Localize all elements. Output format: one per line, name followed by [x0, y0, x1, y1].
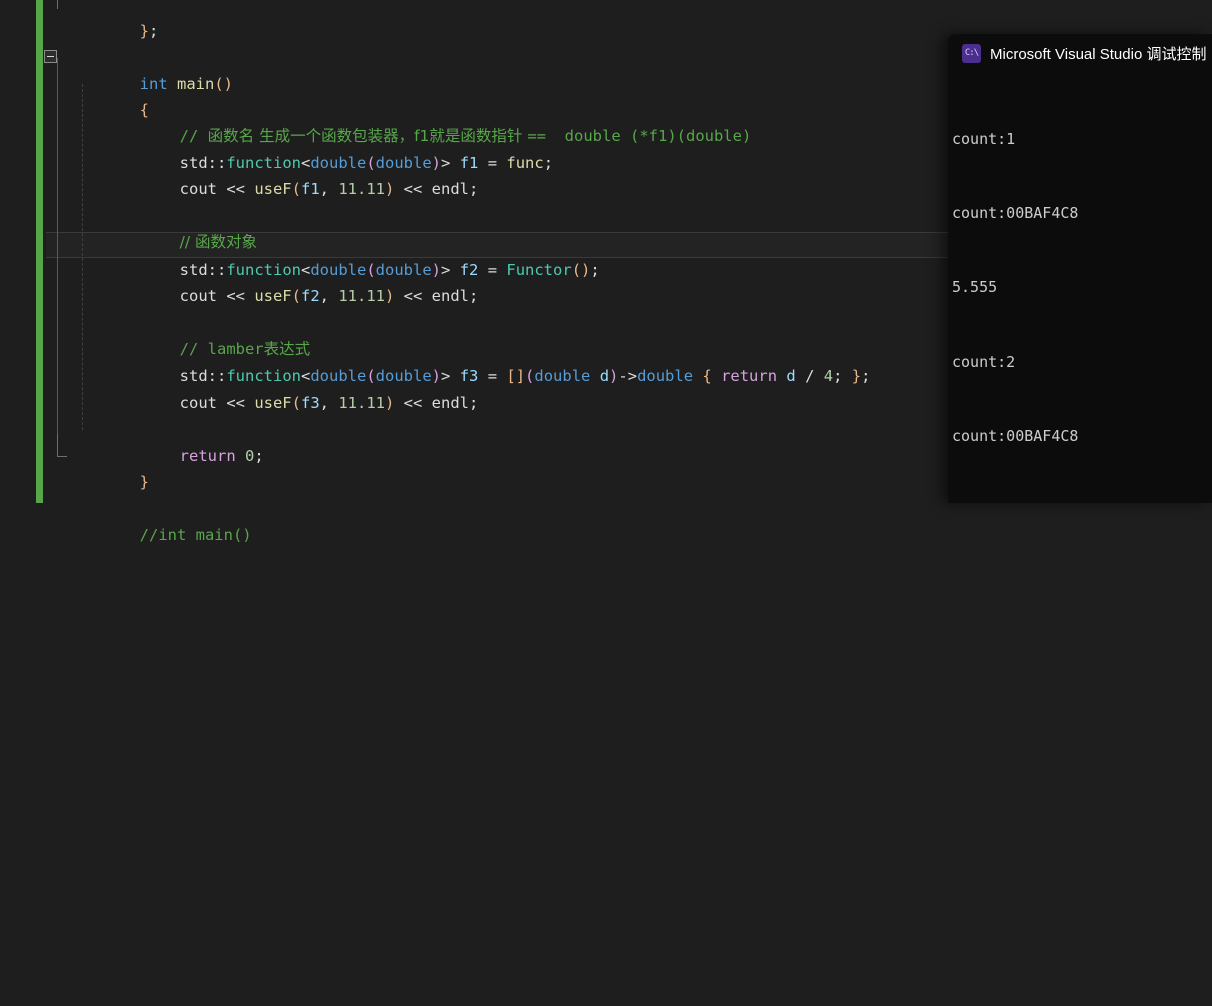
- console-line: count:2: [952, 352, 1016, 371]
- token-number: 11.11: [338, 180, 385, 199]
- token-shift-2: <<: [394, 394, 432, 413]
- code-line-17[interactable]: return 0;: [105, 417, 264, 465]
- token-return: return: [721, 367, 778, 386]
- token-semicolon: ;: [149, 22, 159, 41]
- console-title-bar[interactable]: C:\ Microsoft Visual Studio 调试控制: [948, 34, 1212, 72]
- token-close-brace-main: }: [139, 473, 149, 492]
- token-lparen: (: [291, 180, 301, 199]
- token-lambda-capture: []: [506, 367, 526, 386]
- token-semi: ;: [254, 447, 264, 466]
- console-window-title: Microsoft Visual Studio 调试控制: [990, 45, 1207, 63]
- token-lambda-rparen: ): [609, 367, 619, 386]
- token-func-ref: func: [506, 154, 544, 173]
- token-usef: useF: [254, 287, 292, 306]
- token-divide: /: [795, 367, 824, 386]
- token-usef: useF: [254, 180, 292, 199]
- token-assign: =: [478, 154, 507, 173]
- token-return-keyword: return: [179, 447, 236, 466]
- code-line-5[interactable]: // 函数名 生成一个函数包装器，f1就是函数指针 == double (*f1…: [105, 97, 752, 145]
- token-semi-inner: ;: [833, 367, 852, 386]
- console-line: 3.70333: [952, 499, 1212, 503]
- code-line-18[interactable]: }: [65, 443, 149, 491]
- code-line-1[interactable]: };: [65, 0, 159, 40]
- code-line-4[interactable]: {: [65, 71, 149, 119]
- token-rparen: ): [385, 180, 395, 199]
- debug-console-window[interactable]: C:\ Microsoft Visual Studio 调试控制 count:1…: [948, 34, 1212, 503]
- token-comma: ,: [319, 180, 339, 199]
- token-lambda-cbrace: }: [851, 367, 862, 386]
- token-arrow: ->: [618, 367, 638, 386]
- token-semi: ;: [590, 261, 600, 280]
- console-line: count:1: [952, 129, 1016, 148]
- token-shift-1: <<: [216, 180, 255, 199]
- token-usef: useF: [254, 394, 292, 413]
- token-rparen: ): [385, 287, 395, 306]
- token-endl: endl: [431, 394, 469, 413]
- code-line-15[interactable]: cout << useF(f3, 11.11) << endl;: [105, 364, 479, 412]
- token-semi-outer: ;: [861, 367, 871, 386]
- code-line-7[interactable]: cout << useF(f1, 11.11) << endl;: [105, 150, 479, 198]
- token-type-functor: Functor: [506, 261, 572, 280]
- token-arg-f3: f3: [300, 394, 320, 413]
- token-assign: =: [478, 367, 507, 386]
- token-shift-1: <<: [216, 394, 255, 413]
- code-line-9[interactable]: // 函数对象: [105, 203, 257, 251]
- token-endl: endl: [431, 180, 469, 199]
- token-zero: 0: [235, 447, 255, 466]
- token-comma: ,: [319, 394, 339, 413]
- token-shift-2: <<: [394, 180, 432, 199]
- token-semi: ;: [543, 154, 554, 173]
- token-arg-f1: f1: [300, 180, 320, 199]
- code-line-3[interactable]: int main(): [65, 45, 233, 93]
- token-lambda-lparen: (: [525, 367, 535, 386]
- token-semi: ;: [469, 394, 479, 413]
- token-assign: =: [478, 261, 507, 280]
- token-comma: ,: [319, 287, 339, 306]
- token-comment-tail: double (*f1)(double): [564, 127, 752, 146]
- token-d: d: [777, 367, 796, 386]
- token-lparen: (: [291, 287, 301, 306]
- token-function-main: main: [167, 75, 215, 94]
- token-lambda-obrace: {: [693, 367, 722, 386]
- code-line-13[interactable]: // lamber表达式: [105, 310, 311, 358]
- token-param-type: double: [534, 367, 591, 386]
- token-param-name: d: [590, 367, 610, 386]
- token-cout: cout: [179, 287, 217, 306]
- token-four: 4: [823, 367, 834, 386]
- code-line-6[interactable]: std::function<double(double)> f1 = func;: [105, 124, 553, 172]
- token-semi: ;: [469, 287, 479, 306]
- token-parens: (): [214, 75, 233, 94]
- token-number: 11.11: [338, 394, 385, 413]
- token-lambda-rettype: double: [637, 367, 694, 386]
- token-comment-commented-main: //int main(): [139, 526, 252, 545]
- code-line-10[interactable]: std::function<double(double)> f2 = Funct…: [105, 231, 600, 279]
- token-shift-2: <<: [394, 287, 432, 306]
- token-rparen: ): [385, 394, 395, 413]
- token-cout: cout: [179, 394, 217, 413]
- console-line: count:00BAF4C8: [952, 203, 1079, 222]
- code-line-11[interactable]: cout << useF(f2, 11.11) << endl;: [105, 257, 479, 305]
- console-line: count:00BAF4C8: [952, 427, 1079, 446]
- token-lparen: (: [291, 394, 301, 413]
- console-output[interactable]: count:1 count:00BAF4C8 5.555 count:2 cou…: [948, 72, 1212, 503]
- screen-root: }; int main() { // 函数名 生成一个函数包装器，f1就是函数指…: [0, 0, 1212, 544]
- token-cout: cout: [179, 180, 217, 199]
- token-call-parens: (): [571, 261, 591, 280]
- code-line-20[interactable]: //int main(): [65, 496, 252, 544]
- token-arg-f2: f2: [300, 287, 320, 306]
- console-line: 5.555: [952, 278, 998, 297]
- token-number: 11.11: [338, 287, 385, 306]
- token-endl: endl: [431, 287, 469, 306]
- token-shift-1: <<: [216, 287, 255, 306]
- token-close-brace: }: [139, 22, 149, 41]
- code-line-14[interactable]: std::function<double(double)> f3 = [](do…: [105, 337, 871, 385]
- token-semi: ;: [469, 180, 479, 199]
- console-app-icon: C:\: [962, 43, 981, 63]
